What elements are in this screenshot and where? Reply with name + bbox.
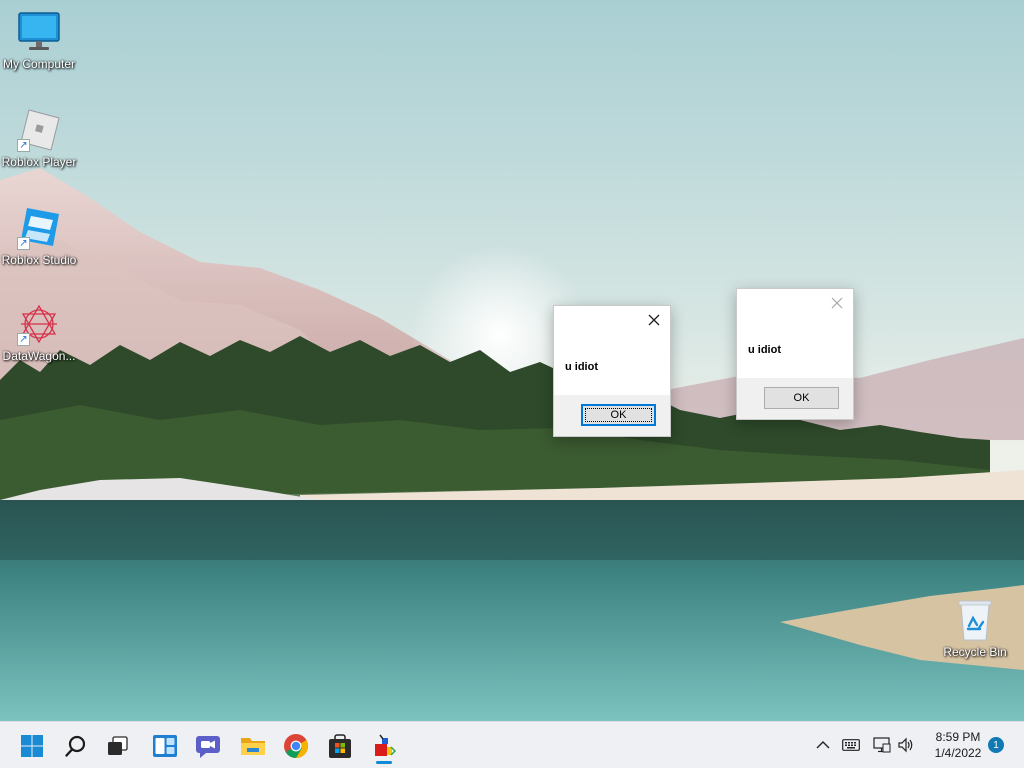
recycle-bin-icon: [953, 598, 997, 642]
running-app-icon: [375, 734, 397, 756]
chrome-button[interactable]: [278, 728, 314, 764]
notification-badge[interactable]: 1: [988, 737, 1004, 753]
desktop-icon-recycle-bin[interactable]: Recycle Bin: [936, 598, 1014, 659]
desktop-icon-my-computer[interactable]: My Computer: [0, 10, 78, 71]
message-box-2: u idiot OK: [736, 288, 854, 420]
keyboard-button[interactable]: [840, 734, 862, 756]
close-button[interactable]: [644, 310, 664, 330]
close-icon: [648, 314, 660, 326]
widgets-button[interactable]: [147, 728, 183, 764]
monitor-icon: [17, 10, 61, 54]
network-button[interactable]: [871, 734, 893, 756]
file-explorer-button[interactable]: [235, 728, 271, 764]
shortcut-arrow-icon: ↗: [17, 333, 30, 346]
store-icon: [329, 734, 351, 758]
start-button[interactable]: [14, 728, 50, 764]
task-view-icon: [108, 736, 128, 755]
roblox-studio-icon: ↗: [17, 206, 61, 250]
widgets-icon: [153, 735, 177, 757]
ok-button[interactable]: OK: [764, 387, 839, 409]
message-box-1: u idiot OK: [553, 305, 671, 437]
datawagon-icon: ↗: [17, 302, 61, 346]
task-view-button[interactable]: [100, 728, 136, 764]
store-button[interactable]: [322, 728, 358, 764]
search-button[interactable]: [58, 728, 94, 764]
file-explorer-icon: [241, 738, 265, 755]
keyboard-icon: [842, 739, 860, 751]
desktop-icon-roblox-player[interactable]: ↗ Roblox Player: [0, 108, 78, 169]
roblox-player-icon: ↗: [17, 108, 61, 152]
volume-icon: [898, 737, 913, 753]
desktop-icon-label: Roblox Player: [1, 155, 77, 169]
chevron-up-icon: [816, 741, 830, 749]
message-text: u idiot: [565, 361, 598, 373]
dialog-footer: OK: [554, 395, 670, 436]
shortcut-arrow-icon: ↗: [17, 237, 30, 250]
wallpaper-lake-landscape: [0, 0, 1024, 721]
volume-button[interactable]: [895, 734, 917, 756]
desktop-icon-label: My Computer: [2, 57, 76, 71]
start-icon: [21, 735, 43, 757]
dialog-footer: OK: [737, 378, 853, 419]
taskbar: 8:59 PM 1/4/2022 1: [0, 721, 1024, 768]
clock-date: 1/4/2022: [934, 746, 982, 760]
desktop-icon-datawagon[interactable]: ↗ DataWagon...: [0, 302, 78, 363]
shortcut-arrow-icon: ↗: [17, 139, 30, 152]
message-text: u idiot: [748, 344, 781, 356]
network-icon: [873, 737, 891, 753]
show-hidden-icons-button[interactable]: [813, 734, 833, 756]
close-icon: [831, 297, 843, 309]
clock-time: 8:59 PM: [935, 730, 981, 744]
chrome-icon: [284, 734, 309, 758]
chat-icon: [196, 736, 220, 758]
chat-button[interactable]: [190, 728, 226, 764]
desktop-icon-label: DataWagon...: [2, 349, 76, 363]
running-app-button[interactable]: [366, 728, 402, 764]
desktop-icon-roblox-studio[interactable]: ↗ Roblox Studio: [0, 206, 78, 267]
desktop-icon-label: Roblox Studio: [1, 253, 77, 267]
clock-button[interactable]: 8:59 PM 1/4/2022: [924, 729, 992, 761]
ok-button[interactable]: OK: [581, 404, 656, 426]
search-icon: [65, 735, 86, 757]
desktop: My Computer ↗ Roblox Player ↗ Roblox Stu…: [0, 0, 1024, 721]
desktop-icon-label: Recycle Bin: [943, 645, 1007, 659]
close-button[interactable]: [827, 293, 847, 313]
